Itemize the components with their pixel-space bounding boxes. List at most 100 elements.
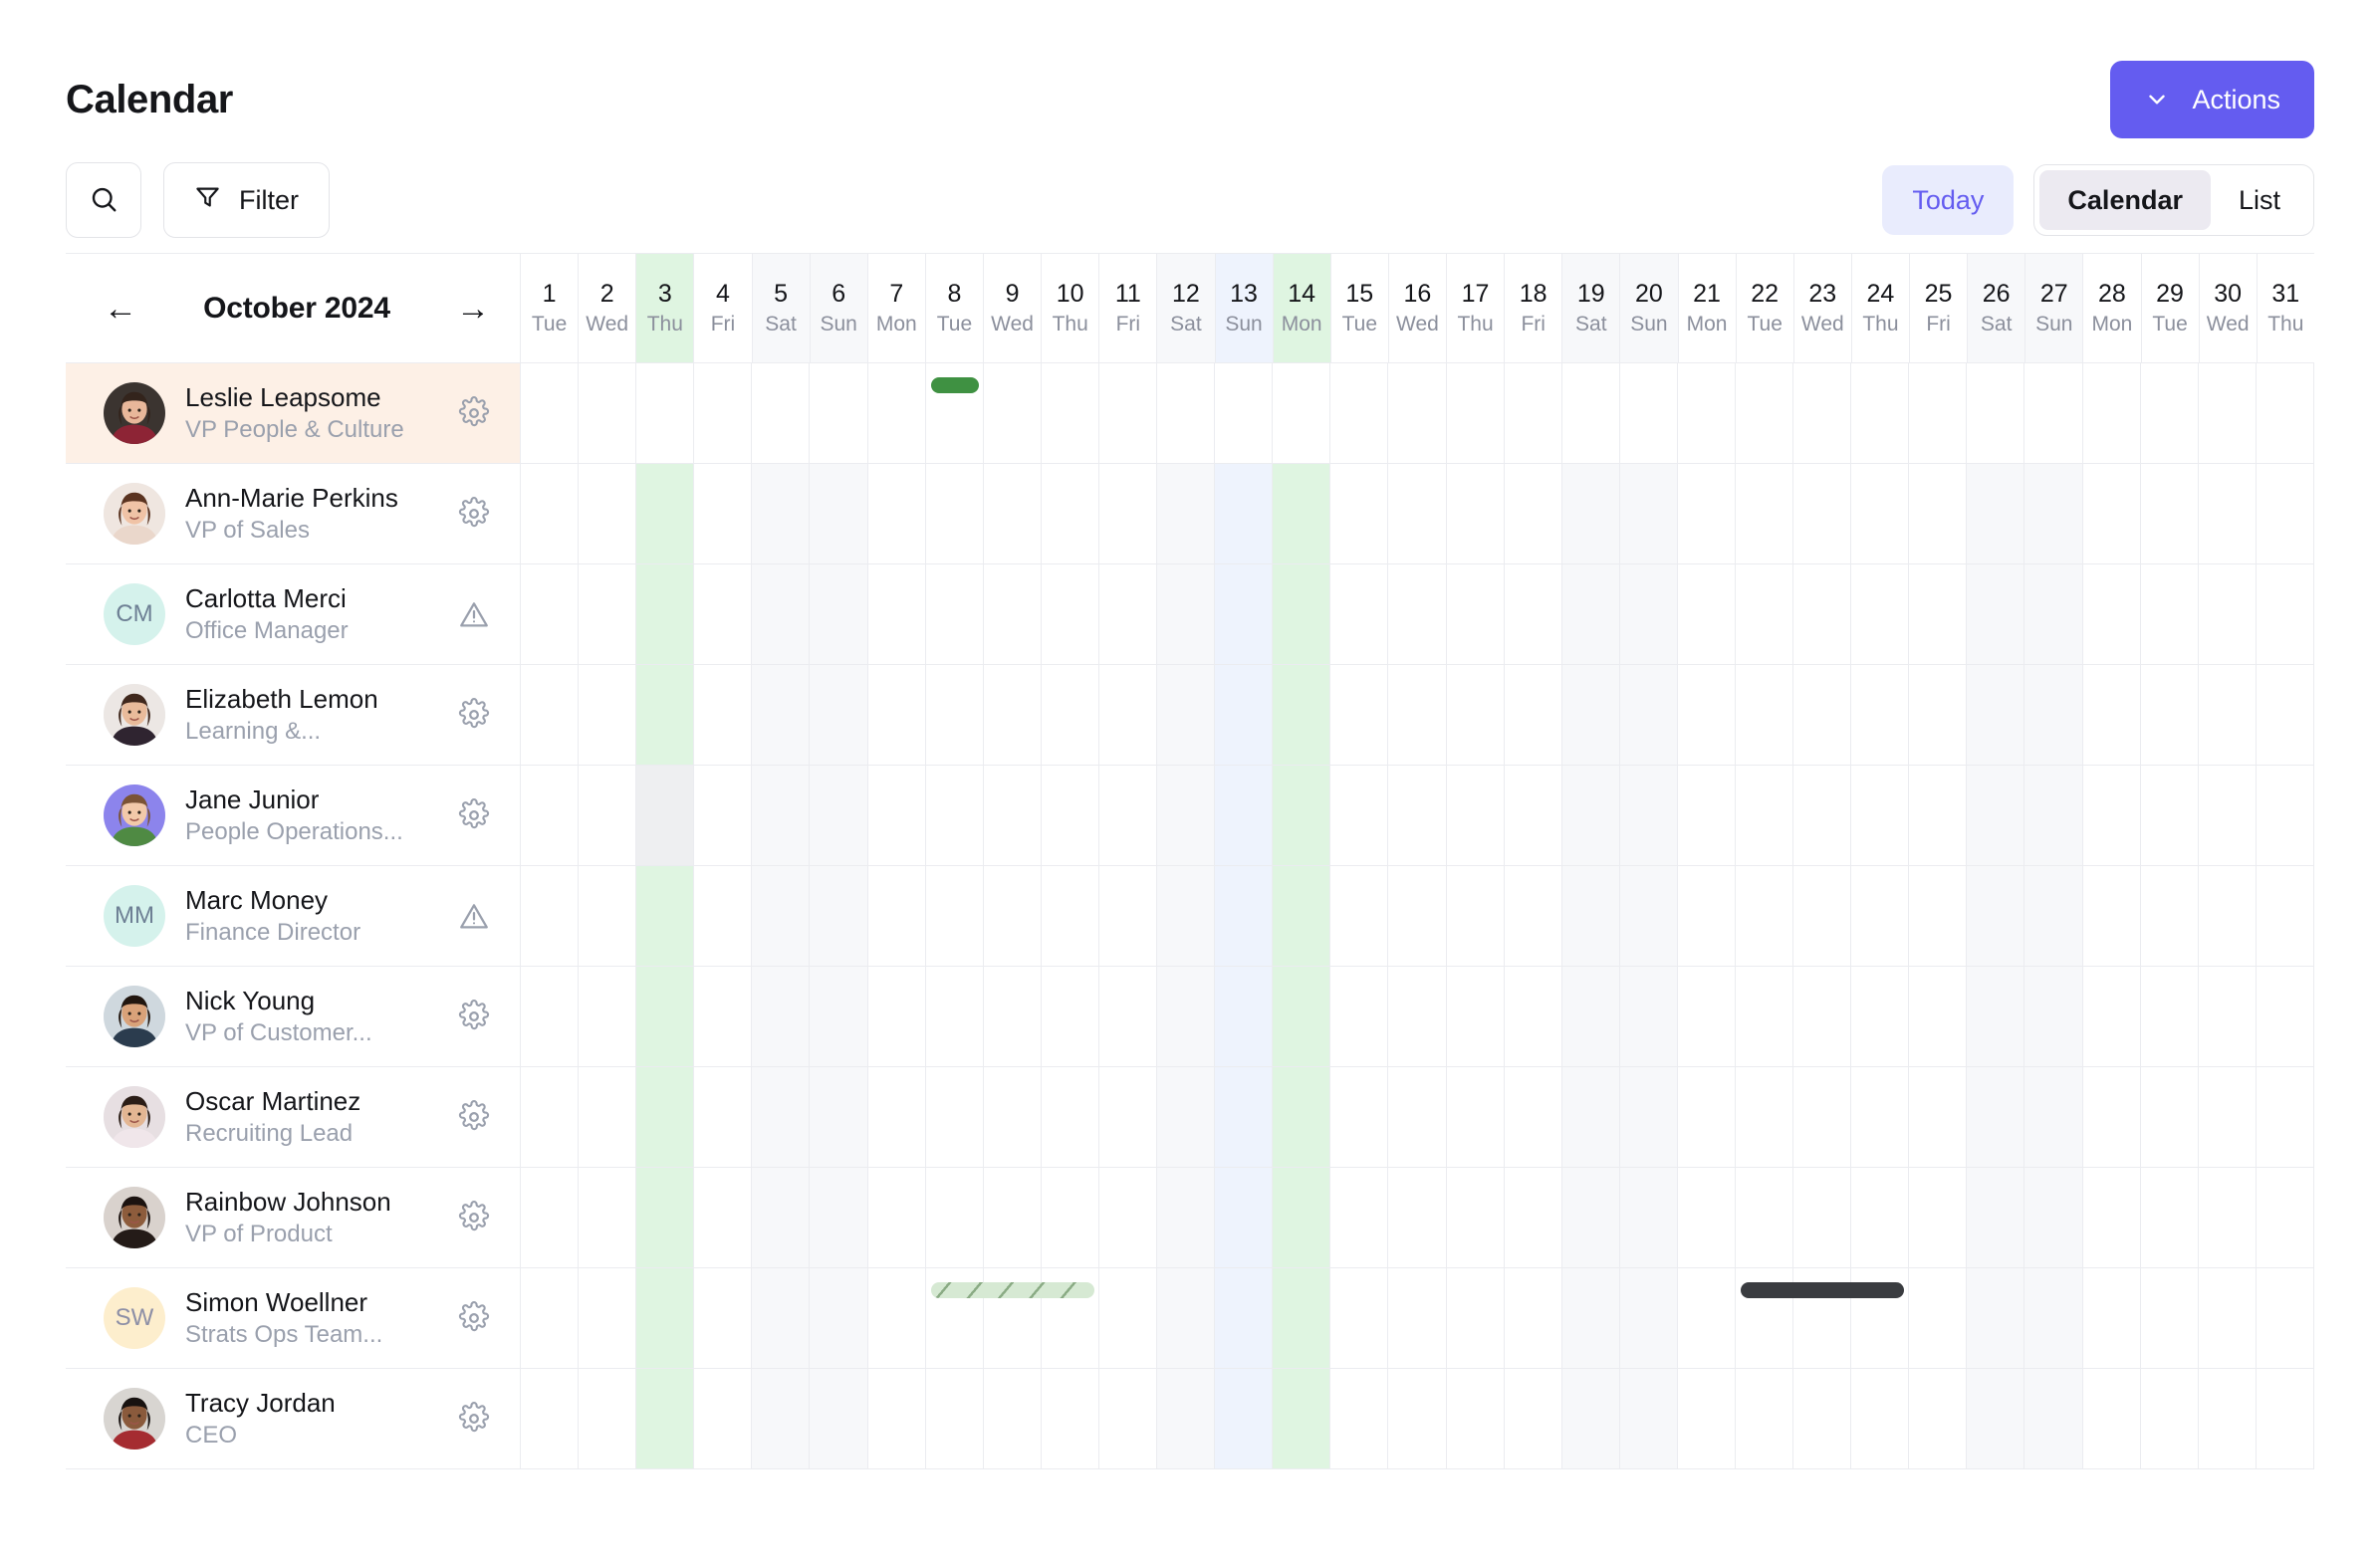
day-cell-5[interactable]	[752, 1268, 811, 1368]
person-cell[interactable]: SW Simon Woellner Strats Ops Team...	[66, 1268, 521, 1368]
person-cell[interactable]: Ann-Marie Perkins VP of Sales	[66, 464, 521, 563]
day-cell-14[interactable]	[1273, 665, 1331, 765]
day-cell-16[interactable]	[1388, 564, 1447, 664]
day-cell-4[interactable]	[694, 1268, 753, 1368]
day-cell-24[interactable]	[1851, 665, 1910, 765]
day-cell-27[interactable]	[2024, 564, 2083, 664]
day-cell-29[interactable]	[2141, 1067, 2199, 1167]
day-cell-5[interactable]	[752, 1168, 811, 1267]
day-cell-29[interactable]	[2141, 1268, 2199, 1368]
day-cell-20[interactable]	[1619, 766, 1678, 865]
day-cell-10[interactable]	[1042, 967, 1099, 1066]
day-header-22[interactable]: 22 Tue	[1737, 254, 1794, 362]
day-cell-19[interactable]	[1561, 564, 1620, 664]
day-cell-30[interactable]	[2199, 1067, 2257, 1167]
day-header-15[interactable]: 15 Tue	[1331, 254, 1389, 362]
day-cell-22[interactable]	[1736, 1067, 1794, 1167]
day-cell-13[interactable]	[1215, 967, 1274, 1066]
warning-icon[interactable]	[454, 594, 494, 634]
day-cell-6[interactable]	[810, 1168, 868, 1267]
day-cell-25[interactable]	[1909, 564, 1968, 664]
day-cell-25[interactable]	[1909, 967, 1968, 1066]
day-cell-4[interactable]	[694, 866, 753, 966]
day-cell-19[interactable]	[1562, 363, 1620, 463]
day-cell-6[interactable]	[810, 464, 868, 563]
day-cell-24[interactable]	[1851, 464, 1910, 563]
day-cell-5[interactable]	[752, 363, 811, 463]
day-cell-22[interactable]	[1736, 766, 1794, 865]
day-cell-21[interactable]	[1678, 967, 1736, 1066]
gear-icon[interactable]	[454, 1198, 494, 1237]
gear-icon[interactable]	[454, 1399, 494, 1439]
day-cell-17[interactable]	[1447, 1168, 1505, 1267]
person-cell[interactable]: Jane Junior People Operations...	[66, 766, 521, 865]
person-cell[interactable]: CM Carlotta Merci Office Manager	[66, 564, 521, 664]
day-cell-31[interactable]	[2257, 665, 2314, 765]
day-cell-21[interactable]	[1678, 866, 1736, 966]
day-cell-5[interactable]	[752, 564, 811, 664]
day-cell-1[interactable]	[521, 1168, 580, 1267]
previous-month-button[interactable]: ←	[104, 292, 137, 326]
day-cell-25[interactable]	[1909, 1369, 1968, 1468]
day-header-31[interactable]: 31 Thu	[2258, 254, 2314, 362]
day-cell-23[interactable]	[1793, 665, 1852, 765]
day-cell-7[interactable]	[868, 1168, 926, 1267]
day-header-9[interactable]: 9 Wed	[984, 254, 1043, 362]
day-cell-3[interactable]	[636, 363, 695, 463]
day-cell-11[interactable]	[1099, 1369, 1158, 1468]
day-cell-21[interactable]	[1678, 665, 1736, 765]
day-cell-6[interactable]	[810, 967, 868, 1066]
day-cell-31[interactable]	[2257, 766, 2314, 865]
day-cell-29[interactable]	[2141, 564, 2199, 664]
day-cell-26[interactable]	[1967, 1268, 2025, 1368]
day-cell-27[interactable]	[2024, 1067, 2083, 1167]
day-cell-23[interactable]	[1793, 564, 1852, 664]
day-header-7[interactable]: 7 Mon	[868, 254, 926, 362]
day-cell-22[interactable]	[1736, 1168, 1794, 1267]
day-cell-18[interactable]	[1505, 766, 1562, 865]
day-header-5[interactable]: 5 Sat	[752, 254, 811, 362]
day-header-11[interactable]: 11 Fri	[1099, 254, 1158, 362]
day-cell-12[interactable]	[1157, 1067, 1216, 1167]
day-cell-20[interactable]	[1619, 1067, 1678, 1167]
day-cell-12[interactable]	[1157, 866, 1216, 966]
day-cell-25[interactable]	[1909, 1268, 1968, 1368]
day-cell-2[interactable]	[579, 665, 637, 765]
day-header-19[interactable]: 19 Sat	[1562, 254, 1621, 362]
person-cell[interactable]: Oscar Martinez Recruiting Lead	[66, 1067, 521, 1167]
day-cell-30[interactable]	[2199, 866, 2257, 966]
day-header-29[interactable]: 29 Tue	[2142, 254, 2200, 362]
day-cell-3[interactable]	[636, 464, 695, 563]
gear-icon[interactable]	[454, 1298, 494, 1338]
day-cell-31[interactable]	[2257, 1067, 2314, 1167]
day-cell-17[interactable]	[1447, 363, 1505, 463]
day-cell-1[interactable]	[521, 363, 580, 463]
day-cell-13[interactable]	[1215, 363, 1274, 463]
day-cell-2[interactable]	[579, 363, 637, 463]
day-cell-3[interactable]	[636, 766, 695, 865]
day-cell-2[interactable]	[579, 1369, 637, 1468]
search-button[interactable]	[66, 162, 141, 238]
tab-list[interactable]: List	[2211, 170, 2308, 230]
day-cell-21[interactable]	[1678, 766, 1736, 865]
day-cell-27[interactable]	[2024, 866, 2083, 966]
day-cell-14[interactable]	[1273, 1067, 1331, 1167]
day-cell-30[interactable]	[2199, 1168, 2257, 1267]
day-cell-11[interactable]	[1099, 564, 1158, 664]
day-cell-16[interactable]	[1388, 967, 1447, 1066]
day-cell-10[interactable]	[1042, 1168, 1099, 1267]
day-cell-4[interactable]	[694, 1168, 753, 1267]
day-cell-9[interactable]	[984, 1369, 1042, 1468]
day-cell-18[interactable]	[1505, 363, 1562, 463]
day-header-10[interactable]: 10 Thu	[1042, 254, 1100, 362]
day-cell-14[interactable]	[1273, 363, 1331, 463]
day-header-13[interactable]: 13 Sun	[1215, 254, 1274, 362]
day-cell-25[interactable]	[1909, 665, 1968, 765]
day-cell-18[interactable]	[1505, 464, 1562, 563]
day-cell-1[interactable]	[521, 967, 580, 1066]
day-cell-5[interactable]	[752, 967, 811, 1066]
day-cell-20[interactable]	[1619, 866, 1678, 966]
day-header-8[interactable]: 8 Tue	[926, 254, 984, 362]
day-cell-31[interactable]	[2257, 564, 2314, 664]
day-cell-20[interactable]	[1620, 363, 1678, 463]
